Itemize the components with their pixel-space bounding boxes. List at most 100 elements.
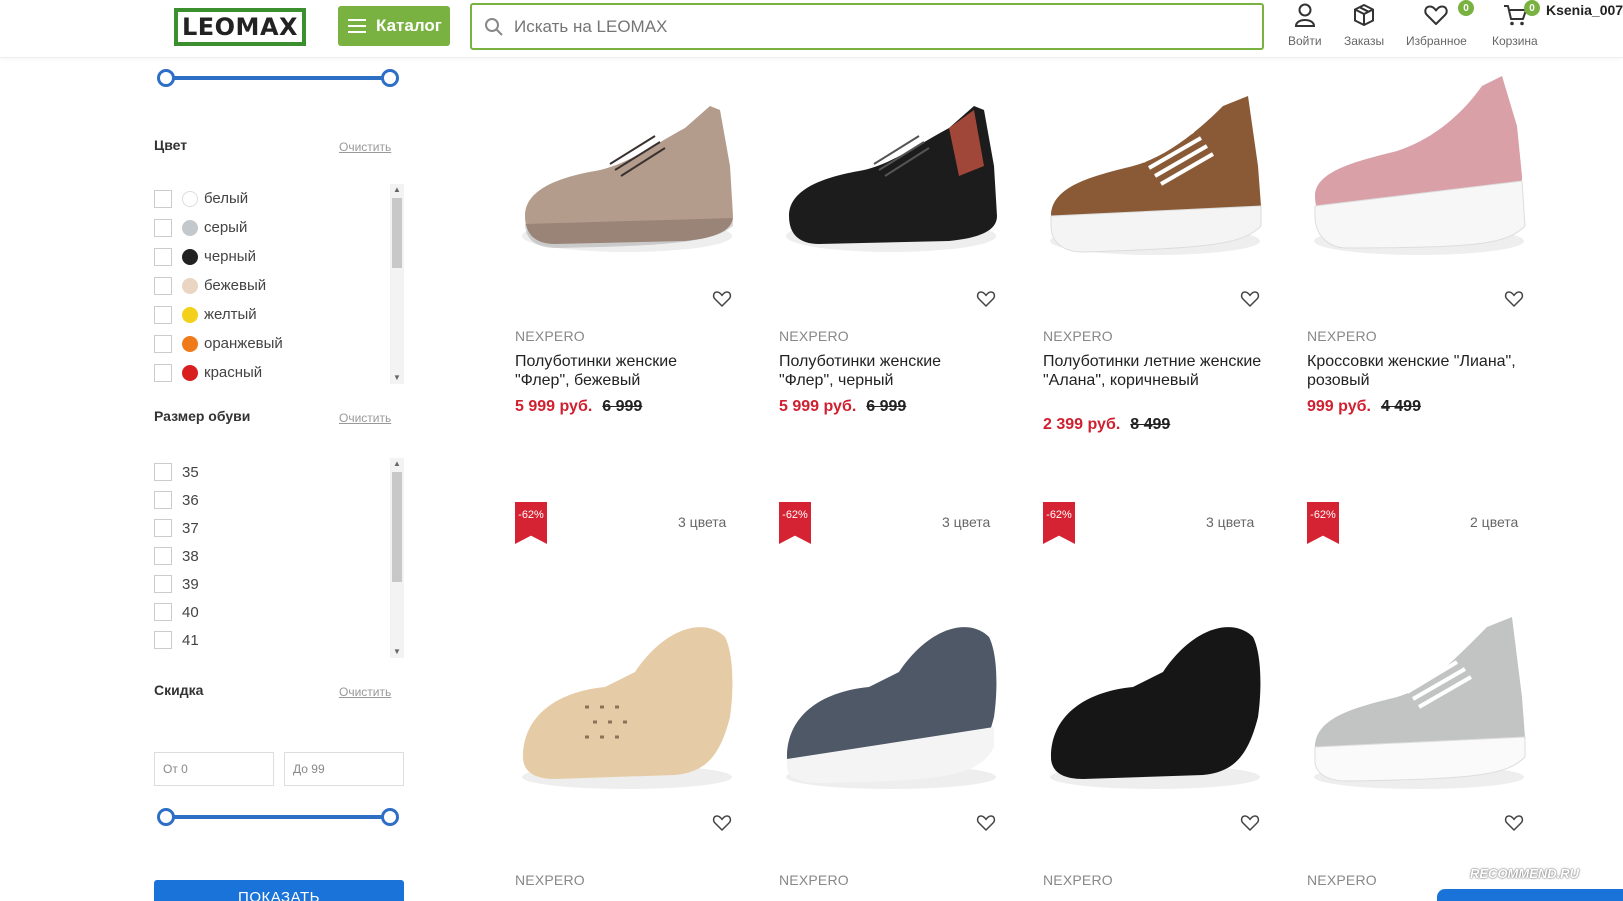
user-name[interactable]: Ksenia_007 (1546, 2, 1623, 18)
checkbox[interactable] (154, 603, 172, 621)
color-option[interactable]: красный (154, 358, 404, 387)
chat-widget-tab[interactable] (1437, 889, 1623, 901)
range-max-handle[interactable] (381, 69, 399, 87)
checkbox[interactable] (154, 463, 172, 481)
checkbox[interactable] (154, 547, 172, 565)
site-logo[interactable]: LEOMAX (174, 8, 306, 46)
size-filter-clear[interactable]: Очистить (339, 411, 391, 425)
size-option[interactable]: 39 (154, 570, 404, 598)
color-option[interactable]: оранжевый (154, 329, 404, 358)
color-option[interactable]: бежевый (154, 271, 404, 300)
checkbox[interactable] (154, 334, 172, 353)
add-to-favorites-heart-icon[interactable] (1240, 290, 1260, 308)
color-filter-clear[interactable]: Очистить (339, 140, 391, 154)
show-results-button[interactable]: ПОКАЗАТЬ (154, 880, 404, 901)
color-option-label: серый (204, 219, 248, 236)
color-option[interactable]: черный (154, 242, 404, 271)
product-card[interactable]: -62% 3 цвета NEXPERO (515, 502, 740, 901)
product-brand: NEXPERO (515, 328, 585, 344)
product-price: 999 руб. 4 499 (1307, 398, 1421, 416)
product-name[interactable]: Полуботинки женские "Флер", черный (779, 352, 999, 390)
range-max-handle[interactable] (381, 808, 399, 826)
color-option[interactable]: желтый (154, 300, 404, 329)
discount-to-input[interactable]: До 99 (284, 752, 404, 786)
checkbox[interactable] (154, 247, 172, 266)
scroll-down-arrow-icon[interactable]: ▼ (390, 646, 404, 658)
old-price: 8 499 (1130, 416, 1171, 433)
search-input[interactable] (514, 16, 1214, 37)
size-option-label: 41 (182, 631, 199, 649)
favorites-count-badge: 0 (1458, 0, 1474, 16)
size-list-scrollbar[interactable]: ▲ ▼ (390, 458, 404, 658)
checkbox[interactable] (154, 363, 172, 382)
cart-button[interactable]: Корзина 0 (1492, 0, 1540, 48)
product-image[interactable] (779, 597, 1004, 807)
checkbox[interactable] (154, 218, 172, 237)
checkbox[interactable] (154, 491, 172, 509)
color-option[interactable]: белый (154, 184, 404, 213)
range-min-handle[interactable] (157, 69, 175, 87)
favorites-button[interactable]: Избранное 0 (1406, 0, 1474, 48)
product-image[interactable] (779, 66, 1004, 276)
orders-button[interactable]: Заказы (1344, 2, 1384, 48)
product-name[interactable]: Полуботинки женские "Флер", бежевый (515, 352, 735, 390)
size-option[interactable]: 37 (154, 514, 404, 542)
catalog-button[interactable]: Каталог (338, 6, 450, 46)
checkbox[interactable] (154, 189, 172, 208)
price-range-slider[interactable] (157, 69, 399, 87)
product-image[interactable] (515, 66, 740, 276)
product-brand: NEXPERO (1043, 872, 1113, 888)
product-card[interactable]: -62% 2 цвета NEXPERO (1307, 502, 1532, 901)
product-image[interactable] (1307, 66, 1532, 276)
product-card[interactable]: NEXPERO Полуботинки летние женские "Алан… (1043, 66, 1268, 446)
add-to-favorites-heart-icon[interactable] (712, 814, 732, 832)
add-to-favorites-heart-icon[interactable] (1504, 290, 1524, 308)
product-card[interactable]: -62% 3 цвета NEXPERO (1043, 502, 1268, 901)
add-to-favorites-heart-icon[interactable] (712, 290, 732, 308)
product-name[interactable]: Полуботинки летние женские "Алана", кори… (1043, 352, 1263, 390)
add-to-favorites-heart-icon[interactable] (976, 290, 996, 308)
checkbox[interactable] (154, 519, 172, 537)
size-option-label: 36 (182, 491, 199, 509)
old-price: 6 999 (602, 398, 643, 415)
product-card[interactable]: -62% 3 цвета NEXPERO (779, 502, 1004, 901)
color-list-scrollbar[interactable]: ▲ ▼ (390, 184, 404, 384)
discount-filter-clear[interactable]: Очистить (339, 685, 391, 699)
product-image[interactable] (1043, 597, 1268, 807)
scrollbar-thumb[interactable] (392, 472, 402, 582)
product-image[interactable] (515, 597, 740, 807)
range-min-handle[interactable] (157, 808, 175, 826)
checkbox[interactable] (154, 575, 172, 593)
product-card[interactable]: NEXPERO Полуботинки женские "Флер", беже… (515, 66, 740, 446)
product-image[interactable] (1307, 597, 1532, 807)
discount-range-slider[interactable] (157, 808, 399, 826)
add-to-favorites-heart-icon[interactable] (1240, 814, 1260, 832)
color-option[interactable]: серый (154, 213, 404, 242)
add-to-favorites-heart-icon[interactable] (1504, 814, 1524, 832)
size-option[interactable]: 41 (154, 626, 404, 654)
scrollbar-thumb[interactable] (392, 198, 402, 268)
scroll-up-arrow-icon[interactable]: ▲ (390, 184, 404, 196)
box-icon (1354, 4, 1375, 26)
menu-icon (348, 19, 366, 33)
size-option[interactable]: 38 (154, 542, 404, 570)
login-button[interactable]: Войти (1288, 2, 1322, 48)
color-swatch (182, 248, 198, 265)
checkbox[interactable] (154, 631, 172, 649)
size-option[interactable]: 36 (154, 486, 404, 514)
discount-from-input[interactable]: От 0 (154, 752, 274, 786)
size-option[interactable]: 40 (154, 598, 404, 626)
login-label: Войти (1288, 34, 1322, 48)
product-image[interactable] (1043, 66, 1268, 276)
add-to-favorites-heart-icon[interactable] (976, 814, 996, 832)
old-price: 4 499 (1380, 398, 1421, 415)
heart-icon (1424, 5, 1449, 25)
product-card[interactable]: NEXPERO Полуботинки женские "Флер", черн… (779, 66, 1004, 446)
scroll-down-arrow-icon[interactable]: ▼ (390, 372, 404, 384)
product-card[interactable]: NEXPERO Кроссовки женские "Лиана", розов… (1307, 66, 1532, 446)
checkbox[interactable] (154, 276, 172, 295)
product-name[interactable]: Кроссовки женские "Лиана", розовый (1307, 352, 1527, 390)
checkbox[interactable] (154, 305, 172, 324)
size-option[interactable]: 35 (154, 458, 404, 486)
scroll-up-arrow-icon[interactable]: ▲ (390, 458, 404, 470)
